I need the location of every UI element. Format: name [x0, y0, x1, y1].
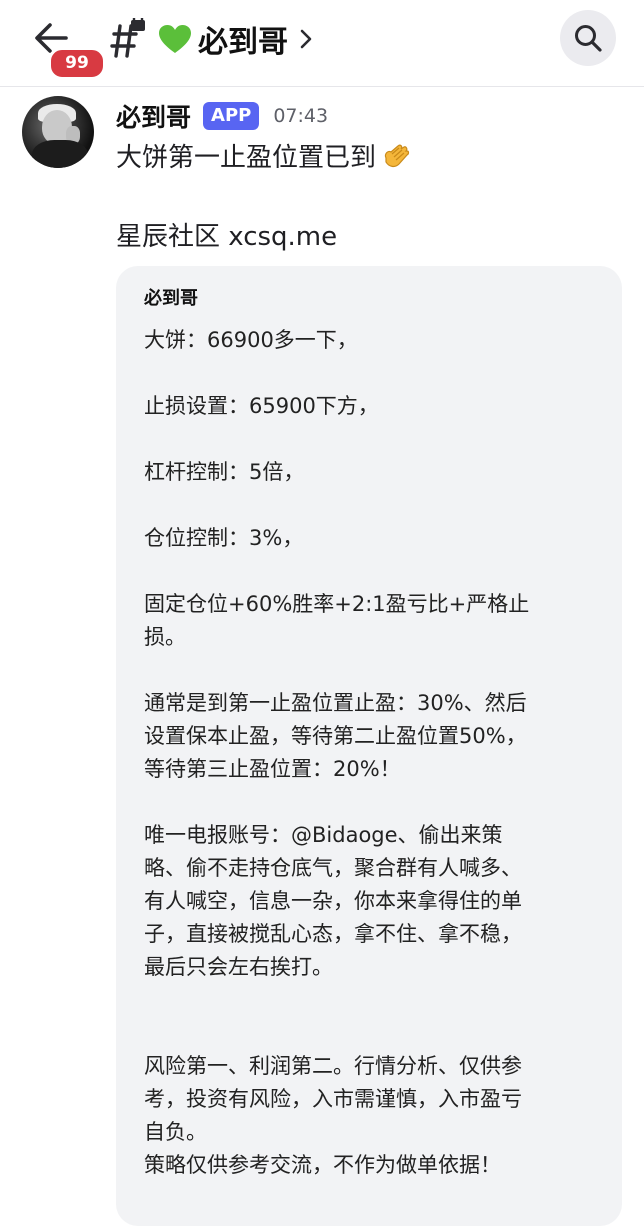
embed-line: 大饼：66900多一下， [144, 328, 358, 352]
embed-line: 通常是到第一止盈位置止盈：30%、然后 [144, 691, 527, 715]
embed-line: 有人喊空，信息一杂，你本来拿得住的单 [144, 889, 522, 913]
message-author[interactable]: 必到哥 [116, 98, 191, 134]
embed-line: 自负。 [144, 1120, 207, 1144]
message-text: 大饼第一止盈位置已到 [116, 143, 377, 173]
embed-author: 必到哥 [144, 288, 198, 309]
author-avatar[interactable] [22, 96, 94, 168]
hashtag-lock-icon [110, 18, 145, 58]
embed-line: 唯一电报账号：@Bidaoge、偷出来策 [144, 823, 503, 847]
embed-line: 固定仓位+60%胜率+2:1盈亏比+严格止 [144, 592, 530, 616]
embed-line: 最后只会左右挨打。 [144, 955, 333, 979]
embed-line: 杠杆控制：5倍， [144, 460, 305, 484]
message-text-line: 大饼第一止盈位置已到 [116, 137, 412, 174]
embed-line: 考，投资有风险，入市需谨慎，入市盈亏 [144, 1087, 522, 1111]
embed-line: 止损设置：65900下方， [144, 394, 379, 418]
unread-count-badge: 99 [48, 47, 106, 80]
message-meta: 必到哥 APP 07:43 [116, 98, 328, 134]
message-timestamp: 07:43 [273, 105, 329, 127]
channel-title: 必到哥 [198, 25, 288, 60]
chevron-right-icon [300, 29, 312, 49]
embed-line: 设置保本止盈，等待第二止盈位置50%， [144, 724, 527, 748]
clapping-hands-icon [384, 144, 410, 167]
search-icon [575, 25, 602, 52]
embed-description: 大饼：66900多一下， 止损设置：65900下方， 杠杆控制：5倍， 仓位控制… [144, 324, 604, 1182]
green-heart-icon [159, 25, 191, 53]
app-badge: APP [203, 102, 260, 130]
search-button[interactable] [560, 10, 616, 66]
channel-header: 99 必到哥 [0, 0, 644, 87]
message-embed: 必到哥 大饼：66900多一下， 止损设置：65900下方， 杠杆控制：5倍， … [116, 266, 622, 1226]
embed-line: 风险第一、利润第二。行情分析、仅供参 [144, 1054, 522, 1078]
embed-line: 损。 [144, 625, 186, 649]
embed-line: 略、偷不走持仓底气，聚合群有人喊多、 [144, 856, 522, 880]
embed-line: 仓位控制：3%， [144, 526, 304, 550]
channel-title-button[interactable]: 必到哥 [158, 16, 314, 62]
message-text-line-2: 星辰社区 xcsq.me [116, 222, 338, 252]
embed-line: 策略仅供参考交流，不作为做单依据！ [144, 1153, 501, 1177]
embed-line: 等待第三止盈位置：20%！ [144, 757, 401, 781]
embed-line: 子，直接被搅乱心态，拿不住、拿不稳， [144, 922, 522, 946]
